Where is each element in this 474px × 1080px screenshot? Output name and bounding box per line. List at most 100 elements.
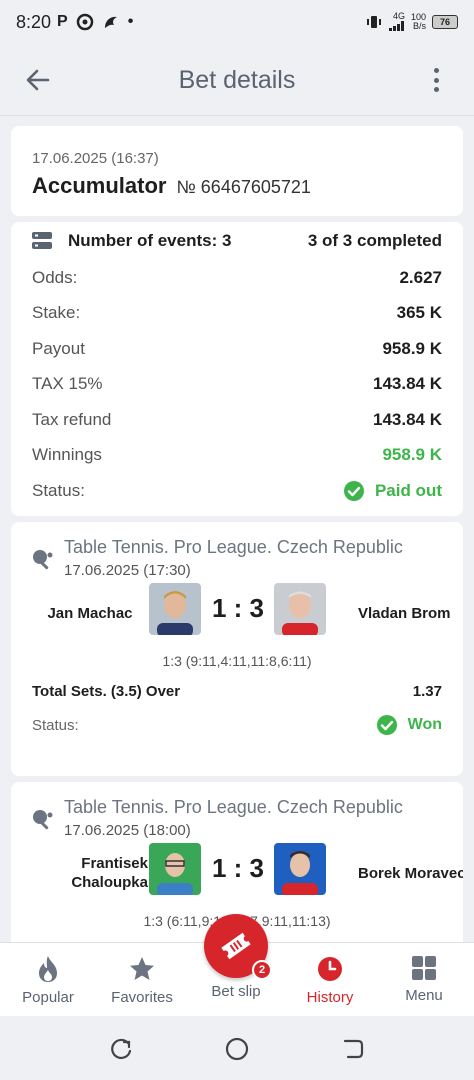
events-count: Number of events: 3 [68,231,232,250]
event-date: 17.06.2025 (18:00) [64,822,191,839]
event-status-text: Won [407,716,442,733]
summary-row-tax-refund: Tax refund 143.84 K [32,402,442,438]
market-odds: 1.37 [412,683,442,700]
summary-value: 143.84 K [373,409,442,429]
network-gen: 4G [392,10,405,21]
summary-key: Stake: [32,303,81,323]
summary-key: Tax refund [32,409,112,429]
recents-icon[interactable] [108,1036,134,1062]
summary-row-odds: Odds: 2.627 [32,260,442,296]
event-status-badge: Won [376,714,442,736]
bird-app-icon [102,13,120,31]
status-badge: Paid out [343,480,442,502]
summary-key: Winnings [32,445,102,465]
more-dot-icon [433,87,439,92]
app-notification-icon [76,13,94,31]
match-row: Jan Machac 1 : 3 Vladan Brom [32,583,451,667]
nav-label: Popular [22,989,74,1006]
nav-menu[interactable]: Menu [377,943,471,1017]
summary-value: 143.84 K [373,374,442,394]
dot-icon: • [127,13,134,30]
p-app-icon: P [57,13,68,30]
summary-row-stake: Stake: 365 K [32,296,442,332]
market-row: Total Sets. (3.5) Over 1.37 [32,683,442,700]
summary-value: 958.9 K [382,338,442,358]
more-dot-icon [433,68,439,73]
nav-history[interactable]: History [283,943,377,1017]
events-completed: 3 of 3 completed [307,231,442,250]
bet-header-card: 17.06.2025 (16:37) Accumulator № 6646760… [11,126,463,216]
home-icon[interactable] [224,1036,250,1062]
team-home-name: Frantisek Chaloupka [71,855,148,891]
nav-favorites[interactable]: Favorites [95,943,189,1017]
app-header: Bet details [0,44,474,116]
nav-label: Menu [405,987,443,1004]
back-nav-icon[interactable] [340,1036,366,1062]
status-time: 8:20 [16,11,52,32]
more-dot-icon [433,77,439,83]
speed-unit: B/s [412,21,426,31]
check-circle-icon [343,480,364,501]
ticket-icon [221,932,251,960]
summary-key: Status: [32,480,85,500]
summary-value: 2.627 [399,267,442,287]
team-away-avatar [274,843,326,895]
summary-row-status: Status: Paid out [32,473,442,509]
event-league-row: Table Tennis. Pro League. Czech Republic… [32,782,442,839]
status-text: Paid out [374,480,442,500]
status-right: 4G 100 B/s 76 [365,10,458,33]
summary-value: 365 K [396,303,442,323]
clock-icon [318,957,342,981]
team-home-name: Jan Machac [47,604,133,622]
table-tennis-icon [33,550,53,570]
bet-slip-badge: 2 [252,960,272,980]
vibrate-icon [366,16,381,28]
team-away-name: Vladan Brom [358,604,451,622]
event-date: 17.06.2025 (17:30) [64,562,191,579]
market-name: Total Sets. (3.5) Over [32,683,181,700]
nav-label: Favorites [111,989,173,1006]
events-list-icon [32,232,52,249]
summary-row-payout: Payout 958.9 K [32,331,442,367]
event-status-label: Status: [32,716,79,734]
league-name: Table Tennis. Pro League. Czech Republic [64,797,403,817]
flame-icon [39,956,57,982]
page-title: Bet details [178,66,296,94]
nav-popular[interactable]: Popular [1,943,95,1017]
team-home-avatar [149,843,201,895]
team-home-avatar [149,583,201,635]
nav-label: History [306,989,354,1006]
check-circle-icon [376,715,397,735]
summary-row-tax: TAX 15% 143.84 K [32,367,442,403]
summary-value: 958.9 K [382,445,442,465]
event-status-row: Status: Won [32,714,442,736]
star-icon [130,957,154,980]
event-league-info: Table Tennis. Pro League. Czech Republic… [64,797,403,839]
bet-date: 17.06.2025 (16:37) [32,150,159,167]
bet-type: Accumulator [32,173,167,198]
nav-label: Bet slip [211,983,261,1000]
event-league-row: Table Tennis. Pro League. Czech Republic… [32,522,442,579]
match-score: 1 : 3 [211,853,265,883]
table-tennis-icon [33,810,53,830]
event-league-info: Table Tennis. Pro League. Czech Republic… [64,537,403,579]
battery-icon: 76 [432,15,458,29]
status-bar: 8:20 P • 4G 100 B/s 76 [0,0,474,44]
events-count-row: Number of events: 3 3 of 3 completed [32,222,442,260]
bet-title-line: Accumulator № 66467605721 [32,173,442,199]
summary-key: TAX 15% [32,374,103,394]
grid-icon [412,956,436,980]
network-indicator: 4G [388,10,405,33]
bet-number: № 66467605721 [176,177,311,197]
summary-row-winnings: Winnings 958.9 K [32,438,442,474]
summary-key: Odds: [32,267,78,287]
event-card[interactable]: Table Tennis. Pro League. Czech Republic… [11,522,463,776]
system-nav-bar [0,1016,474,1080]
team-away-avatar [274,583,326,635]
match-score: 1 : 3 [211,593,265,623]
more-options-button[interactable] [422,66,450,94]
bet-summary-card: Number of events: 3 3 of 3 completed Odd… [11,222,463,516]
signal-icon [388,20,404,31]
summary-key: Payout [32,338,85,358]
speed-indicator: 100 B/s [411,13,426,31]
